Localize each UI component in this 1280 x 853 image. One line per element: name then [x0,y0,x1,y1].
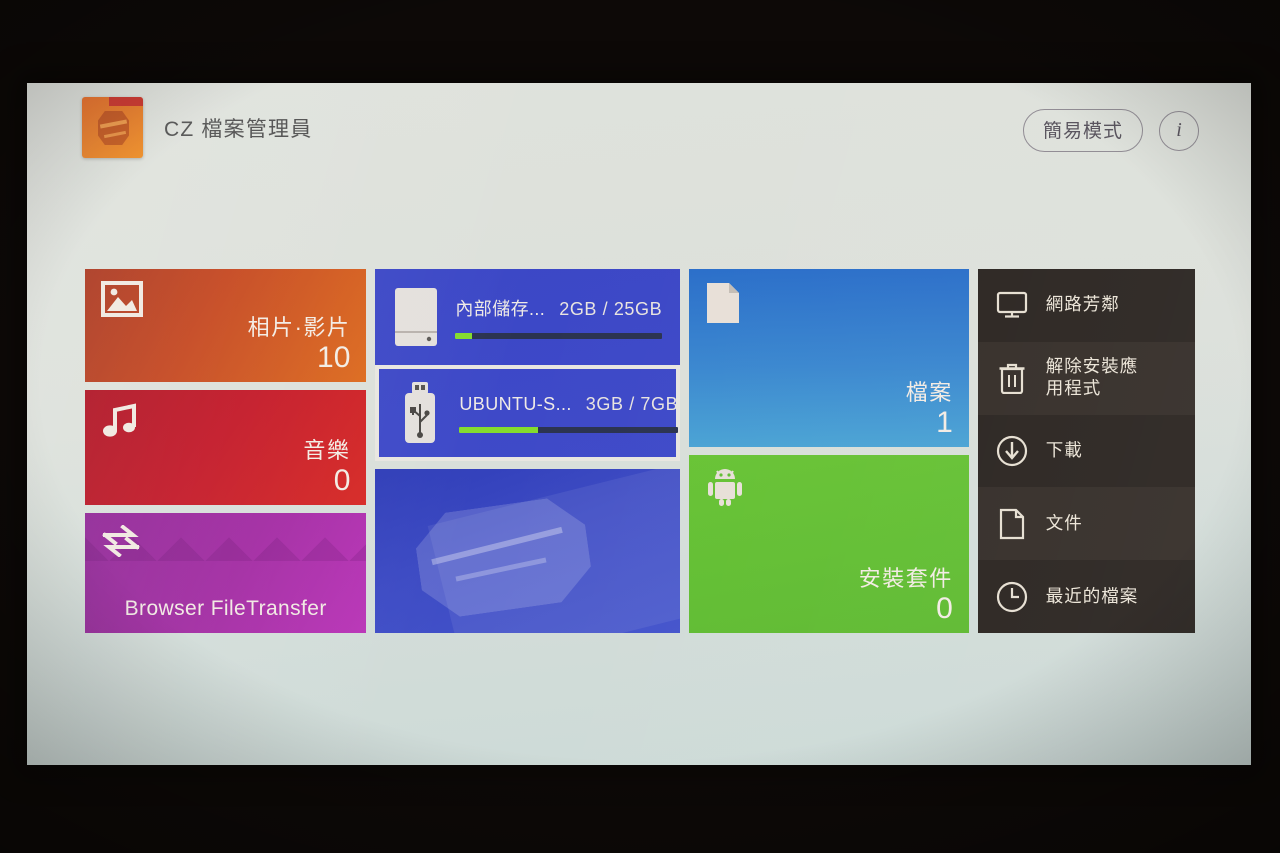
menu-item-recent-label: 最近的檔案 [1045,585,1139,606]
header-actions: 簡易模式 i [1022,109,1199,152]
download-circle-icon [995,435,1029,467]
cz-folder-icon [82,97,143,158]
menu-item-network-neighborhood[interactable]: 網路芳鄰 [977,269,1195,342]
storage-usb-bar-fill [459,426,539,433]
projector-scene: CZ 檔案管理員 簡易模式 i 相片·影片 10 音樂 0 Browser Fi… [0,0,1280,853]
document-outline-icon [995,508,1029,540]
menu-item-documents-label: 文件 [1045,512,1083,533]
tile-music[interactable]: 音樂 0 [85,390,367,505]
menu-item-network-label: 網路芳鄰 [1045,294,1120,315]
tile-music-label: 音樂 [303,438,351,464]
storage-column: 內部儲存... 2GB / 25GB UBUNTU-S... 3GB / 7GB [375,269,681,633]
tile-files[interactable]: 檔案 1 [689,269,969,447]
app-header: CZ 檔案管理員 簡易模式 i [27,83,1251,201]
projected-screen: CZ 檔案管理員 簡易模式 i 相片·影片 10 音樂 0 Browser Fi… [27,83,1251,765]
tile-install-packages[interactable]: 安裝套件 0 [689,455,969,633]
tile-apk-label-group: 安裝套件 0 [859,567,953,624]
storage-usb-header: UBUNTU-S... 3GB / 7GB [459,394,678,415]
monitor-icon [995,291,1029,319]
tile-files-count: 1 [936,405,953,439]
page-title: CZ 檔案管理員 [164,117,313,141]
storage-internal-body: 內部儲存... 2GB / 25GB [443,295,664,339]
storage-usb-size: 3GB / 7GB [585,393,679,414]
menu-item-downloads[interactable]: 下載 [977,414,1195,488]
media-tile-column: 相片·影片 10 音樂 0 Browser FileTransfer [85,269,367,633]
android-robot-icon [705,467,745,507]
storage-internal-size: 2GB / 25GB [559,299,663,319]
cz-logo-watermark-panel [375,469,681,633]
menu-item-documents[interactable]: 文件 [977,487,1195,561]
tile-browser-filetransfer[interactable]: Browser FileTransfer [85,513,367,633]
tile-music-label-group: 音樂 0 [303,439,350,496]
home-tile-grid: 相片·影片 10 音樂 0 Browser FileTransfer 內部儲存.… [85,269,1195,633]
internal-drive-icon [389,286,443,348]
storage-panel: 內部儲存... 2GB / 25GB UBUNTU-S... 3GB / 7GB [375,269,681,461]
tile-music-count: 0 [333,463,351,497]
image-icon [101,281,143,317]
menu-item-uninstall-apps[interactable]: 解除安裝應 用程式 [977,341,1195,415]
usb-drive-icon [393,380,447,446]
tile-transfer-label: Browser FileTransfer [124,597,327,620]
files-tile-column: 檔案 1 安裝套件 0 [689,269,969,633]
trash-icon [995,362,1029,395]
clock-icon [995,581,1029,613]
menu-item-recent-files[interactable]: 最近的檔案 [977,560,1195,633]
tile-files-label-group: 檔案 1 [906,381,953,438]
tile-photos-label: 相片·影片 [247,315,351,341]
side-menu-column: 網路芳鄰 解除安裝應 用程式 下載 文件 最近的檔案 [977,269,1195,633]
tile-files-label: 檔案 [905,380,953,406]
storage-internal-name: 內部儲存... [455,299,546,319]
storage-usb-name: UBUNTU-S... [459,393,572,414]
storage-row-usb[interactable]: UBUNTU-S... 3GB / 7GB [375,365,681,461]
app-brand: CZ 檔案管理員 [82,97,312,158]
music-note-icon [101,402,139,440]
storage-usb-body: UBUNTU-S... 3GB / 7GB [447,394,680,433]
menu-item-uninstall-label: 解除安裝應 用程式 [1045,356,1139,399]
document-icon [705,281,741,325]
tile-photos-videos[interactable]: 相片·影片 10 [85,269,367,382]
side-menu-panel: 網路芳鄰 解除安裝應 用程式 下載 文件 最近的檔案 [977,269,1195,633]
storage-internal-bar [455,333,663,339]
storage-internal-bar-fill [455,333,472,339]
storage-row-internal[interactable]: 內部儲存... 2GB / 25GB [375,269,680,365]
storage-usb-bar [459,426,679,433]
tile-apk-count: 0 [936,591,953,625]
folder-tab [108,97,143,106]
tile-photos-label-group: 相片·影片 10 [248,316,351,373]
transfer-arrows-icon [101,525,141,557]
storage-internal-header: 內部儲存... 2GB / 25GB [455,295,662,321]
simple-mode-button[interactable]: 簡易模式 [1022,109,1143,152]
tile-apk-label: 安裝套件 [858,566,953,592]
info-icon[interactable]: i [1159,110,1199,151]
tile-photos-count: 10 [317,340,351,374]
menu-item-downloads-label: 下載 [1045,440,1083,461]
